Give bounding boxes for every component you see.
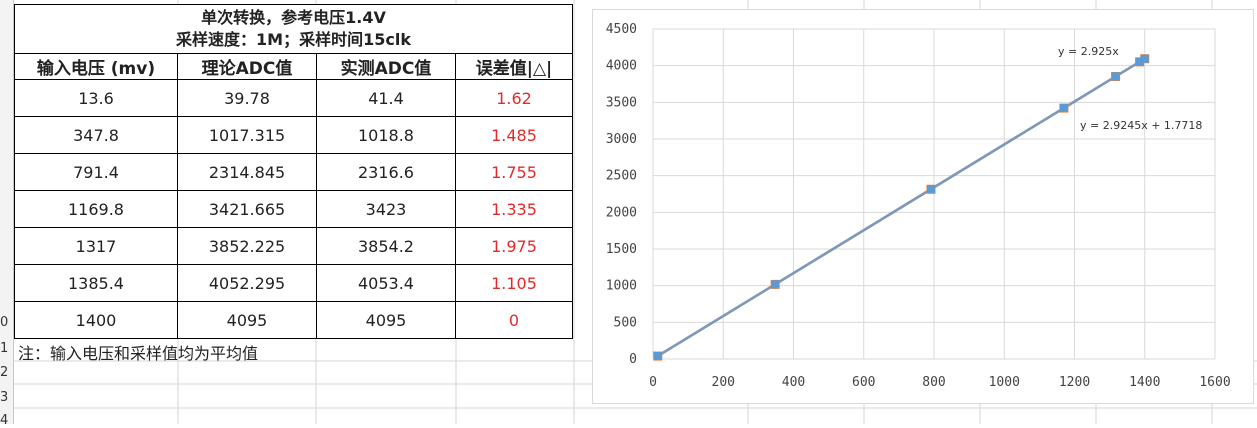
cell-input-voltage[interactable]: 347.8: [14, 116, 178, 154]
trendline: [657, 57, 1146, 358]
table-row: 347.8 1017.315 1018.8 1.485: [14, 116, 573, 154]
table-note[interactable]: 注：输入电压和采样值均为平均值: [18, 340, 258, 364]
header-error[interactable]: 误差值|△|: [455, 53, 573, 80]
y-tick-label: 2000: [606, 205, 637, 220]
chart-svg: 0 200 400 600 800 1000 1200 1400 1600 0 500 1000 150…: [606, 22, 1231, 390]
table-row: 1317 3852.225 3854.2 1.975: [14, 227, 573, 265]
header-measured-adc[interactable]: 实测ADC值: [316, 53, 456, 80]
cell-measured-adc[interactable]: 3854.2: [316, 227, 456, 265]
cell-error[interactable]: 1.335: [455, 190, 573, 228]
table-title-line2: 采样速度：1M；采样时间15clk: [176, 30, 411, 49]
cell-theoretical-adc[interactable]: 2314.845: [177, 153, 317, 191]
cell-theoretical-adc[interactable]: 1017.315: [177, 116, 317, 154]
cell-measured-adc[interactable]: 1018.8: [316, 116, 456, 154]
y-tick-label: 3000: [606, 132, 637, 147]
x-tick-label: 400: [782, 375, 805, 390]
table-title-row: 单次转换，参考电压1.4V 采样速度：1M；采样时间15clk: [14, 4, 573, 54]
y-tick-label: 1500: [606, 242, 637, 257]
cell-measured-adc[interactable]: 41.4: [316, 79, 456, 117]
table-row: 1385.4 4052.295 4053.4 1.105: [14, 264, 573, 302]
y-tick-label: 2500: [606, 169, 637, 184]
y-tick-label: 1000: [606, 279, 637, 294]
cell-measured-adc[interactable]: 3423: [316, 190, 456, 228]
cell-theoretical-adc[interactable]: 4095: [177, 301, 317, 339]
cell-input-voltage[interactable]: 1169.8: [14, 190, 178, 228]
y-tick-label: 0: [629, 352, 637, 367]
table-title-line1: 单次转换，参考电压1.4V: [201, 8, 386, 27]
table-header-row: 输入电压 (mv) 理论ADC值 实测ADC值 误差值|△|: [14, 53, 573, 80]
cell-measured-adc[interactable]: 4053.4: [316, 264, 456, 302]
x-tick-label: 1000: [989, 375, 1020, 390]
x-tick-label: 200: [712, 375, 735, 390]
x-tick-label: 800: [922, 375, 945, 390]
cell-error[interactable]: 1.485: [455, 116, 573, 154]
y-tick-label: 500: [614, 315, 637, 330]
adc-data-table: 单次转换，参考电压1.4V 采样速度：1M；采样时间15clk 输入电压 (mv…: [14, 4, 573, 339]
cell-error[interactable]: 1.105: [455, 264, 573, 302]
row-number: 3: [0, 390, 9, 405]
data-point-blue: [1140, 54, 1149, 63]
table-row: 1169.8 3421.665 3423 1.335: [14, 190, 573, 228]
data-point-blue: [1059, 103, 1068, 112]
cell-error[interactable]: 1.755: [455, 153, 573, 191]
cell-input-voltage[interactable]: 791.4: [14, 153, 178, 191]
y-tick-label: 4000: [606, 59, 637, 74]
cell-input-voltage[interactable]: 1385.4: [14, 264, 178, 302]
cell-error[interactable]: 0: [455, 301, 573, 339]
x-tick-label: 1400: [1129, 375, 1160, 390]
header-input-voltage[interactable]: 输入电压 (mv): [14, 53, 178, 80]
header-theoretical-adc[interactable]: 理论ADC值: [177, 53, 317, 80]
row-header: 0 1 2 3 4: [0, 0, 14, 428]
y-tick-label: 3500: [606, 95, 637, 110]
cell-measured-adc[interactable]: 2316.6: [316, 153, 456, 191]
cell-measured-adc[interactable]: 4095: [316, 301, 456, 339]
data-point-blue: [1111, 72, 1120, 81]
row-number: 1: [0, 341, 9, 356]
trendline-equation-label: y = 2.9245x + 1.7718: [1080, 119, 1202, 132]
trendline-equation-label: y = 2.925x: [1058, 45, 1119, 58]
y-tick-label: 4500: [606, 22, 637, 37]
cell-input-voltage[interactable]: 13.6: [14, 79, 178, 117]
x-tick-label: 0: [649, 375, 657, 390]
cell-error[interactable]: 1.62: [455, 79, 573, 117]
cell-theoretical-adc[interactable]: 39.78: [177, 79, 317, 117]
row-number: 4: [0, 413, 9, 428]
data-point-blue: [771, 280, 780, 289]
data-point-blue: [653, 351, 662, 360]
cell-input-voltage[interactable]: 1400: [14, 301, 178, 339]
data-point-blue: [926, 185, 935, 194]
x-tick-label: 1600: [1199, 375, 1230, 390]
table-title[interactable]: 单次转换，参考电压1.4V 采样速度：1M；采样时间15clk: [14, 4, 573, 54]
table-row: 1400 4095 4095 0: [14, 301, 573, 339]
row-number: 0: [0, 315, 9, 330]
x-tick-label: 1200: [1059, 375, 1090, 390]
cell-error[interactable]: 1.975: [455, 227, 573, 265]
table-row: 791.4 2314.845 2316.6 1.755: [14, 153, 573, 191]
cell-input-voltage[interactable]: 1317: [14, 227, 178, 265]
row-number: 2: [0, 365, 9, 380]
cell-theoretical-adc[interactable]: 4052.295: [177, 264, 317, 302]
cell-theoretical-adc[interactable]: 3421.665: [177, 190, 317, 228]
cell-theoretical-adc[interactable]: 3852.225: [177, 227, 317, 265]
x-tick-label: 600: [852, 375, 875, 390]
table-row: 13.6 39.78 41.4 1.62: [14, 79, 573, 117]
scatter-chart[interactable]: 0 200 400 600 800 1000 1200 1400 1600 0 500 1000 150…: [592, 9, 1254, 404]
